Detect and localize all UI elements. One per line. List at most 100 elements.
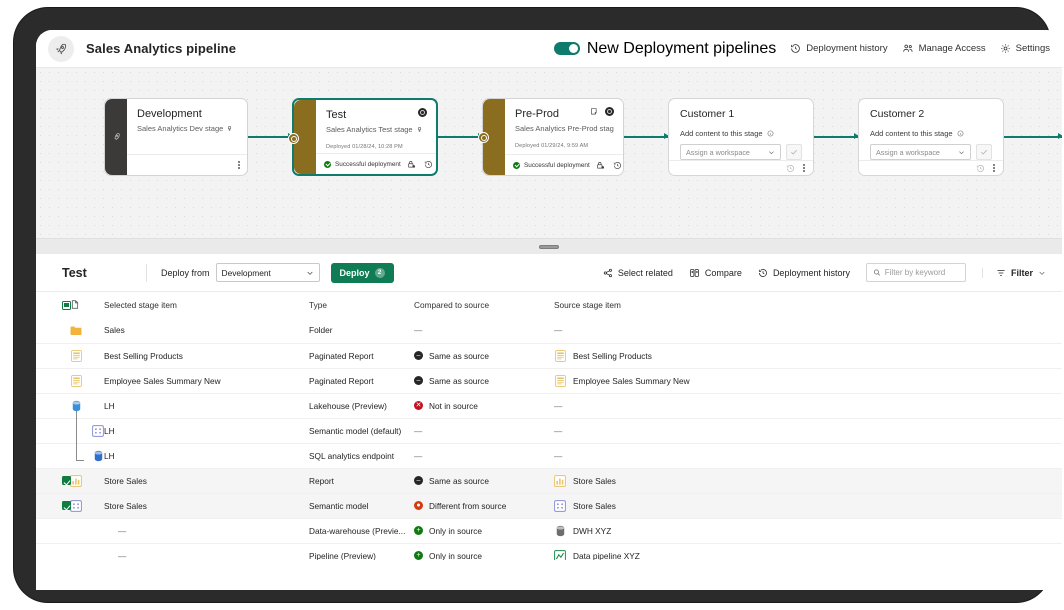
row-select-cell[interactable] xyxy=(36,443,70,468)
assign-workspace-select-customer-1[interactable]: Assign a workspace xyxy=(680,144,781,160)
more-options-icon[interactable] xyxy=(803,164,805,172)
stage-name: Test xyxy=(326,109,347,121)
table-row[interactable]: LH Semantic model (default) — — xyxy=(36,411,1062,443)
row-compare-cell: ✕ Not in source xyxy=(414,393,554,418)
stage-corner-icons-preprod xyxy=(590,107,614,116)
deployment-history-button-detail[interactable]: Deployment history xyxy=(758,268,850,278)
select-related-button[interactable]: Select related xyxy=(603,268,673,278)
stage-workspace-development: Sales Analytics Dev stage xyxy=(137,124,238,133)
column-compared-to-source[interactable]: Compared to source xyxy=(414,292,554,318)
row-checkbox[interactable] xyxy=(62,501,71,510)
add-content-text: Add content to this stage xyxy=(680,129,763,138)
row-item-name: Best Selling Products xyxy=(104,350,183,361)
chevron-down-icon xyxy=(769,150,774,154)
row-icon-cell xyxy=(70,493,104,518)
row-compare-status: — xyxy=(414,425,423,436)
assign-workspace-select-customer-2[interactable]: Assign a workspace xyxy=(870,144,971,160)
permissions-lock-icon xyxy=(596,161,604,169)
confirm-workspace-button-customer-2[interactable] xyxy=(976,144,992,160)
deploy-from-select[interactable]: Development xyxy=(215,263,320,282)
row-item-type: Semantic model (default) xyxy=(309,425,402,436)
toggle-switch[interactable] xyxy=(553,42,580,55)
stage-card-customer-1[interactable]: Customer 1 Add content to this stage Ass… xyxy=(668,98,814,176)
status-same-icon: – xyxy=(414,376,423,385)
row-compare-cell: — xyxy=(414,443,554,468)
connector-dev-test xyxy=(248,133,293,139)
column-source-stage-item[interactable]: Source stage item xyxy=(554,292,1062,318)
row-item-type: Pipeline (Preview) xyxy=(309,550,376,561)
row-select-cell[interactable] xyxy=(36,418,70,443)
row-type-cell: Paginated Report xyxy=(309,368,414,393)
manage-access-button[interactable]: Manage Access xyxy=(902,43,986,54)
stage-footer-customer-1 xyxy=(669,160,813,175)
table-row[interactable]: — Pipeline (Preview) + Only in source Data … xyxy=(36,543,1062,560)
paginated-report-icon xyxy=(554,349,566,362)
compare-button[interactable]: Compare xyxy=(689,268,742,278)
connector-cust1-cust2 xyxy=(814,133,859,139)
row-name-cell: — xyxy=(104,543,309,561)
table-row[interactable]: LH Lakehouse (Preview) ✕ Not in source — xyxy=(36,393,1062,418)
row-select-cell[interactable] xyxy=(36,343,70,368)
row-source-cell: — xyxy=(554,443,1062,468)
deploy-button[interactable]: Deploy 2 xyxy=(330,262,394,283)
deploy-from-label: Deploy from xyxy=(161,267,210,278)
table-row[interactable]: — Data-warehouse (Previe... + Only in sourc… xyxy=(36,518,1062,543)
row-type-cell: SQL analytics endpoint xyxy=(309,443,414,468)
compare-icon xyxy=(690,268,699,277)
settings-button[interactable]: Settings xyxy=(1000,43,1050,54)
table-row[interactable]: Best Selling Products Paginated Report – Sa… xyxy=(36,343,1062,368)
stage-card-preprod[interactable]: Pre-Prod Sales Analytics Pre-Prod stage … xyxy=(478,98,624,176)
row-compare-cell: + Only in source xyxy=(414,518,554,543)
add-content-text: Add content to this stage xyxy=(870,129,953,138)
stage-workspace-label: Sales Analytics Test stage xyxy=(326,125,413,134)
more-options-icon[interactable] xyxy=(993,164,995,172)
row-name-cell: Employee Sales Summary New xyxy=(104,368,309,393)
column-selected-stage-item[interactable]: Selected stage item xyxy=(104,292,309,318)
row-select-cell[interactable] xyxy=(36,393,70,418)
deployment-history-label-detail: Deployment history xyxy=(772,267,850,278)
document-icon xyxy=(71,299,79,309)
row-compare-cell: – Same as source xyxy=(414,343,554,368)
table-row[interactable]: LH SQL analytics endpoint — — xyxy=(36,436,1062,468)
select-all-header[interactable] xyxy=(36,292,71,318)
table-row[interactable]: Store Sales Semantic model ● Different from… xyxy=(36,493,1062,518)
search-input[interactable] xyxy=(884,268,959,277)
more-options-icon[interactable] xyxy=(238,161,240,169)
stage-card-development[interactable]: Development Sales Analytics Dev stage xyxy=(104,98,248,176)
table-body: Sales Folder — — Best Selling Products Pagin… xyxy=(36,318,1062,560)
filter-search-box[interactable] xyxy=(865,263,966,282)
panel-resize-handle[interactable] xyxy=(36,238,1062,254)
row-source-cell: — xyxy=(554,393,1062,418)
row-type-cell: Data-warehouse (Previe... xyxy=(309,518,414,543)
deployment-history-button[interactable]: Deployment history xyxy=(790,43,888,54)
confirm-workspace-button-customer-1[interactable] xyxy=(786,144,802,160)
stage-card-test[interactable]: Test Sales Analytics Test stage Deployed… xyxy=(288,98,438,176)
manage-access-label: Manage Access xyxy=(918,43,986,54)
row-item-name: — xyxy=(118,550,127,561)
grabber-icon[interactable] xyxy=(539,244,559,249)
row-item-name: — xyxy=(118,525,127,536)
row-select-cell[interactable] xyxy=(36,543,70,560)
row-icon-cell xyxy=(70,518,104,543)
row-select-cell[interactable] xyxy=(36,518,70,543)
table-row[interactable]: Store Sales Report – Same as source Store S… xyxy=(36,468,1062,493)
row-checkbox[interactable] xyxy=(62,476,71,485)
detail-toolbar-actions: Select related Compare Deployment histor… xyxy=(603,263,1046,282)
new-deployment-pipelines-toggle[interactable]: New Deployment pipelines xyxy=(553,40,776,58)
info-badge-icon[interactable] xyxy=(605,107,614,116)
table-row[interactable]: Employee Sales Summary New Paginated Repo… xyxy=(36,368,1062,393)
info-badge-icon[interactable] xyxy=(418,108,427,117)
table-row[interactable]: Sales Folder — — xyxy=(36,318,1062,343)
row-select-cell[interactable] xyxy=(36,368,70,393)
filter-button[interactable]: Filter xyxy=(981,267,1046,278)
row-select-cell[interactable] xyxy=(36,493,71,518)
stage-side-development xyxy=(105,99,127,175)
select-all-checkbox[interactable] xyxy=(62,300,71,310)
stage-main-customer-2: Customer 2 Add content to this stage Ass… xyxy=(859,99,1003,160)
column-type[interactable]: Type xyxy=(309,292,414,318)
row-type-cell: Folder xyxy=(309,318,414,343)
stage-card-customer-2[interactable]: Customer 2 Add content to this stage Ass… xyxy=(858,98,1004,176)
row-select-cell[interactable] xyxy=(36,318,70,343)
row-select-cell[interactable] xyxy=(36,468,71,493)
stage-node-preprod xyxy=(478,132,489,143)
